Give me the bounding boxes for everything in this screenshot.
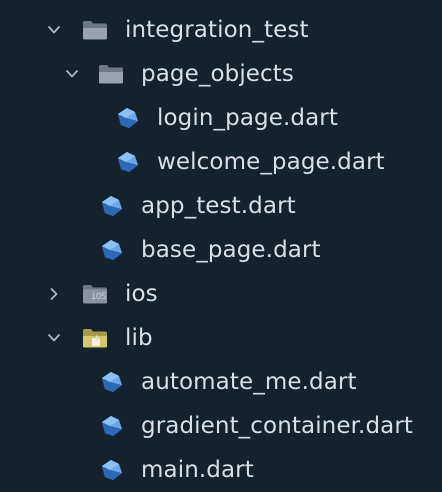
chevron-down-icon[interactable] (46, 330, 62, 346)
folder-open-icon (99, 65, 123, 84)
tree-file-label: main.dart (141, 457, 254, 483)
tree-folder-ios[interactable]: iOS ios (0, 272, 442, 316)
tree-folder-lib[interactable]: lib (0, 316, 442, 360)
tree-folder-label: integration_test (125, 17, 309, 43)
library-folder-icon (83, 329, 107, 348)
dart-file-icon (102, 460, 122, 480)
tree-folder-label: lib (125, 325, 153, 351)
tree-file-base-page[interactable]: base_page.dart (0, 228, 442, 272)
tree-file-label: base_page.dart (141, 237, 321, 263)
tree-file-label: welcome_page.dart (157, 149, 385, 175)
chevron-right-icon[interactable] (46, 286, 62, 302)
tree-file-label: login_page.dart (157, 105, 338, 131)
tree-folder-page-objects[interactable]: page_objects (0, 52, 442, 96)
dart-file-icon (102, 372, 122, 392)
tree-folder-label: page_objects (141, 61, 295, 87)
dart-file-icon (102, 240, 122, 260)
ios-folder-icon: iOS (81, 281, 109, 307)
tree-file-label: app_test.dart (141, 193, 296, 219)
dart-file-icon (118, 108, 138, 128)
dart-file-icon (118, 152, 138, 172)
chevron-down-icon[interactable] (64, 66, 80, 82)
tree-file-main[interactable]: main.dart (0, 448, 442, 492)
tree-file-label: automate_me.dart (141, 369, 357, 395)
tree-folder-label: ios (125, 281, 158, 307)
tree-file-gradient-container[interactable]: gradient_container.dart (0, 404, 442, 448)
dart-file-icon (102, 196, 122, 216)
folder-open-icon (83, 21, 107, 40)
tree-folder-integration-test[interactable]: integration_test (0, 8, 442, 52)
file-tree: integration_test page_objects login_page… (0, 8, 442, 492)
tree-file-app-test[interactable]: app_test.dart (0, 184, 442, 228)
tree-file-welcome-page[interactable]: welcome_page.dart (0, 140, 442, 184)
ios-badge: iOS (91, 292, 106, 302)
dart-file-icon (102, 416, 122, 436)
tree-file-automate-me[interactable]: automate_me.dart (0, 360, 442, 404)
tree-file-label: gradient_container.dart (141, 413, 414, 439)
chevron-down-icon[interactable] (46, 22, 62, 38)
tree-file-login-page[interactable]: login_page.dart (0, 96, 442, 140)
